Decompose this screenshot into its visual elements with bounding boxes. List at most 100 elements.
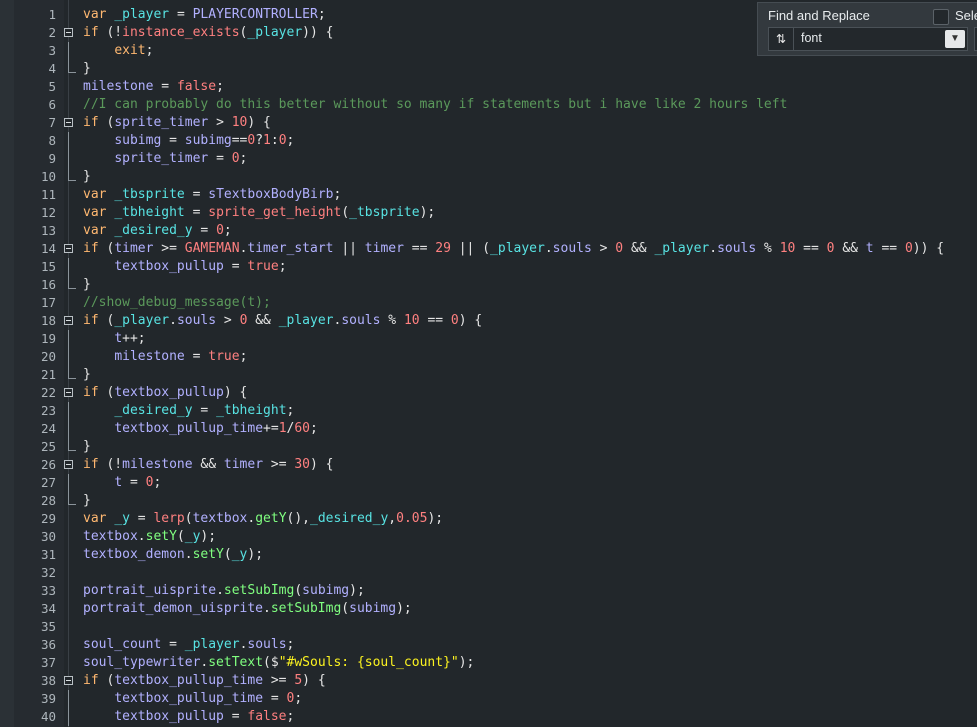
code-text[interactable]: //I can probably do this better without … [83,96,787,114]
code-line[interactable]: 13 var _desired_y = 0; [0,222,977,240]
line-number: 6 [48,97,56,112]
fold-toggle-icon[interactable] [64,460,73,469]
code-text[interactable]: if (_player.souls > 0 && _player.souls %… [83,312,482,330]
code-line[interactable]: 39 textbox_pullup_time = 0; [0,690,977,708]
line-number: 3 [48,43,56,58]
code-line[interactable]: 4} [0,60,977,78]
code-line[interactable]: 23 _desired_y = _tbheight; [0,402,977,420]
code-text[interactable]: var _desired_y = 0; [83,222,232,240]
code-text[interactable]: t++; [83,330,145,348]
code-text[interactable]: portrait_demon_uisprite.setSubImg(subimg… [83,600,412,618]
line-number: 23 [40,403,56,418]
code-text[interactable]: if (!milestone && timer >= 30) { [83,456,334,474]
code-line[interactable]: 37 soul_typewriter.setText($"#wSouls: {so… [0,654,977,672]
code-editor[interactable]: 1 var _player = PLAYERCONTROLLER; 2 if (!in… [0,0,977,727]
code-line[interactable]: 28} [0,492,977,510]
code-line[interactable]: 30 textbox.setY(_y); [0,528,977,546]
code-line[interactable]: 16} [0,276,977,294]
code-text[interactable]: var _tbsprite = sTextboxBodyBirb; [83,186,341,204]
line-number: 26 [40,457,56,472]
code-text[interactable]: textbox_pullup = true; [83,258,286,276]
code-text[interactable]: if (textbox_pullup) { [83,384,247,402]
up-down-arrows-icon[interactable]: ⇅ [769,28,794,50]
code-text[interactable]: if (!instance_exists(_player)) { [83,24,333,42]
select-checkbox-label: Sele [955,8,977,23]
code-line[interactable]: 10} [0,168,977,186]
code-text[interactable]: textbox_demon.setY(_y); [83,546,263,564]
fold-toggle-icon[interactable] [64,118,73,127]
fold-toggle-icon[interactable] [64,676,73,685]
fold-guide-line [68,258,69,276]
code-line[interactable]: 24 textbox_pullup_time+=1/60; [0,420,977,438]
fold-toggle-icon[interactable] [64,316,73,325]
chevron-down-icon[interactable]: ▼ [945,30,965,48]
code-text[interactable]: if (textbox_pullup_time >= 5) { [83,672,326,690]
code-text[interactable]: milestone = false; [83,78,224,96]
search-input-value[interactable]: font [801,31,822,45]
fold-end-marker [68,438,76,451]
select-checkbox[interactable] [933,9,949,25]
code-text[interactable]: var _player = PLAYERCONTROLLER; [83,6,326,24]
line-number: 18 [40,313,56,328]
line-number: 27 [40,475,56,490]
line-number: 17 [40,295,56,310]
fold-toggle-icon[interactable] [64,388,73,397]
code-text[interactable]: milestone = true; [83,348,247,366]
code-text[interactable]: exit; [83,42,153,60]
code-line[interactable]: 14 if (timer >= GAMEMAN.timer_start || ti… [0,240,977,258]
code-text[interactable]: textbox_pullup_time+=1/60; [83,420,318,438]
code-text[interactable]: portrait_uisprite.setSubImg(subimg); [83,582,365,600]
fold-end-marker [68,492,76,505]
code-text[interactable]: textbox_pullup = false; [83,708,294,726]
code-line[interactable]: 5 milestone = false; [0,78,977,96]
code-line[interactable]: 33 portrait_uisprite.setSubImg(subimg); [0,582,977,600]
code-line[interactable]: 20 milestone = true; [0,348,977,366]
code-line[interactable]: 32 [0,564,977,582]
code-text[interactable]: var _y = lerp(textbox.getY(),_desired_y,… [83,510,443,528]
code-text[interactable]: sprite_timer = 0; [83,150,247,168]
code-text[interactable]: } [83,438,91,456]
code-text[interactable]: soul_typewriter.setText($"#wSouls: {soul… [83,654,474,672]
code-line[interactable]: 38 if (textbox_pullup_time >= 5) { [0,672,977,690]
code-text[interactable]: subimg = subimg==0?1:0; [83,132,294,150]
code-text[interactable]: } [83,60,91,78]
code-line[interactable]: 11 var _tbsprite = sTextboxBodyBirb; [0,186,977,204]
code-line[interactable]: 31 textbox_demon.setY(_y); [0,546,977,564]
code-line[interactable]: 26 if (!milestone && timer >= 30) { [0,456,977,474]
code-text[interactable]: if (sprite_timer > 10) { [83,114,271,132]
code-lines[interactable]: 1 var _player = PLAYERCONTROLLER; 2 if (!in… [0,6,977,726]
code-line[interactable]: 40 textbox_pullup = false; [0,708,977,726]
code-line[interactable]: 7 if (sprite_timer > 10) { [0,114,977,132]
code-line[interactable]: 29 var _y = lerp(textbox.getY(),_desired_… [0,510,977,528]
code-text[interactable]: //show_debug_message(t); [83,294,271,312]
code-text[interactable]: if (timer >= GAMEMAN.timer_start || time… [83,240,944,258]
code-line[interactable]: 6 //I can probably do this better without… [0,96,977,114]
code-line[interactable]: 22 if (textbox_pullup) { [0,384,977,402]
code-line[interactable]: 19 t++; [0,330,977,348]
code-text[interactable]: soul_count = _player.souls; [83,636,294,654]
code-line[interactable]: 34 portrait_demon_uisprite.setSubImg(subi… [0,600,977,618]
code-text[interactable]: t = 0; [83,474,161,492]
code-line[interactable]: 25} [0,438,977,456]
code-text[interactable]: } [83,276,91,294]
code-line[interactable]: 17 //show_debug_message(t); [0,294,977,312]
code-text[interactable]: textbox.setY(_y); [83,528,216,546]
code-line[interactable]: 27 t = 0; [0,474,977,492]
code-line[interactable]: 35 [0,618,977,636]
code-line[interactable]: 9 sprite_timer = 0; [0,150,977,168]
code-text[interactable]: _desired_y = _tbheight; [83,402,294,420]
fold-toggle-icon[interactable] [64,244,73,253]
code-text[interactable]: } [83,492,91,510]
code-line[interactable]: 15 textbox_pullup = true; [0,258,977,276]
code-text[interactable]: } [83,366,91,384]
code-text[interactable]: var _tbheight = sprite_get_height(_tbspr… [83,204,435,222]
code-line[interactable]: 36 soul_count = _player.souls; [0,636,977,654]
code-text[interactable]: } [83,168,91,186]
search-input[interactable]: ⇅ font ▼ [768,27,968,51]
code-line[interactable]: 12 var _tbheight = sprite_get_height(_tbs… [0,204,977,222]
fold-toggle-icon[interactable] [64,28,73,37]
code-line[interactable]: 21} [0,366,977,384]
code-line[interactable]: 8 subimg = subimg==0?1:0; [0,132,977,150]
code-line[interactable]: 18 if (_player.souls > 0 && _player.souls… [0,312,977,330]
code-text[interactable]: textbox_pullup_time = 0; [83,690,302,708]
